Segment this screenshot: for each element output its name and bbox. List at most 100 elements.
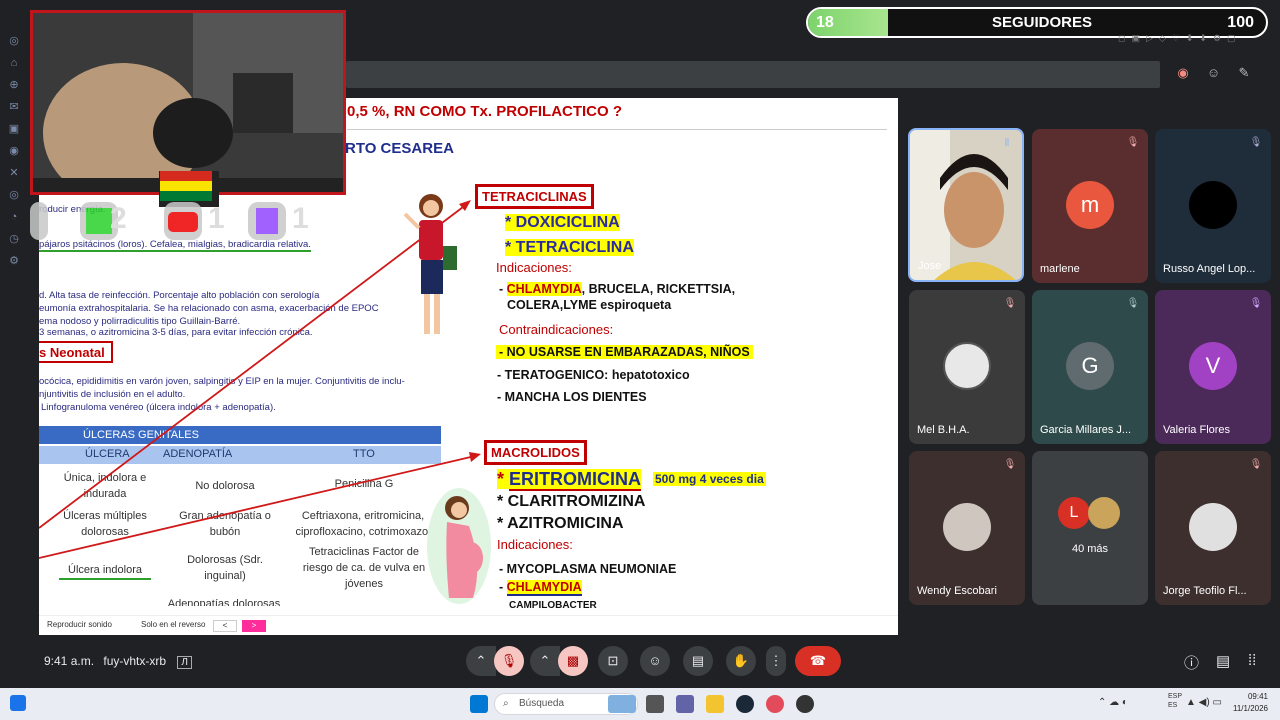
pregnant-woman-illustration [427, 488, 491, 604]
opera-icon[interactable] [766, 695, 784, 713]
camera-toggle-button[interactable]: ▩ [558, 646, 588, 676]
webcam-feed [33, 13, 343, 203]
mic-off-icon: 🎙 [1126, 137, 1140, 148]
participant-tile[interactable]: 🎙 Russo Angel Lop... [1155, 129, 1271, 283]
drug-tetraciclina: * TETRACICLINA [505, 239, 634, 256]
language-indicator[interactable]: ESP ES [1168, 692, 1182, 710]
contra-line-1: - NO USARSE EN EMBARAZADAS, NIÑOS [496, 345, 753, 359]
avatar [1189, 503, 1237, 551]
taskbar-clock[interactable]: 09:41 11/1/2026 [1233, 691, 1268, 715]
macro-indication-1: - MYCOPLASMA NEUMONIAE [499, 562, 677, 576]
participant-tile[interactable]: 🎙 Jorge Teofilo Fl... [1155, 451, 1271, 605]
pencil-icon[interactable]: ✎ [1233, 62, 1255, 84]
chlamydia-highlight: CHLAMYDIA [506, 282, 582, 296]
windows-taskbar: ⌕ Búsqueda ⌃ ☁ ◐ ESP ES ▲ ◀) ▭ 09:41 11/… [0, 688, 1280, 720]
reverse-toggle[interactable]: Solo en el reverso [141, 620, 205, 629]
contra-line-2: - TERATOGENICO: hepatotoxico [497, 368, 690, 382]
x-icon[interactable]: ✕ [0, 162, 28, 184]
emoji-button[interactable]: ☺ [640, 646, 670, 676]
slide-controls: Reproducir sonido Solo en el reverso < > [39, 615, 898, 635]
indication-line-1: - CHLAMYDIA, BRUCELA, RICKETTSIA, [499, 282, 736, 296]
macro-indicaciones-label: Indicaciones: [497, 537, 573, 552]
meet-window: ◎ ⌂ ⊕ ✉ ▣ ◉ ✕ ◎ ◔ ◷ ⚙ 18 SEGUIDORES 100 … [0, 0, 1280, 720]
teacher-illustration [403, 194, 457, 334]
indication-text: , BRUCELA, RICKETTSIA, [581, 282, 736, 296]
teams-icon[interactable] [676, 695, 694, 713]
start-icon[interactable] [470, 695, 488, 713]
mic-off-icon: 🎙 [1003, 298, 1017, 309]
raise-hand-button[interactable]: ✋ [726, 646, 756, 676]
video-options-button[interactable]: ⌃ [530, 646, 560, 676]
app-icon[interactable]: ⌂ [0, 52, 28, 74]
youtube-icon [164, 202, 202, 240]
bolivia-flag-icon [160, 171, 212, 201]
next-button[interactable]: > [242, 620, 266, 632]
mic-off-icon: 🎙 [1249, 137, 1263, 148]
more-options-button[interactable]: ⋮ [766, 646, 786, 676]
eritromicina-dose: 500 mg 4 veces dia [653, 472, 766, 486]
pin-icon[interactable]: ◎ [0, 30, 28, 52]
chat-icon[interactable]: ▤ [1216, 652, 1230, 670]
network-volume-icons[interactable]: ▲ ◀) ▭ [1186, 697, 1222, 708]
app-icon[interactable]: ⊕ [0, 74, 28, 96]
app-icon[interactable]: ✉ [0, 96, 28, 118]
participant-name: Garcia Millares J... [1040, 424, 1132, 436]
participant-name: marlene [1040, 263, 1080, 275]
mic-toggle-button[interactable]: 🎙 [494, 646, 524, 676]
drug-doxiciclina: * DOXICICLINA [505, 214, 620, 231]
meeting-details-icon[interactable]: Л [177, 656, 192, 669]
contraindicaciones-label: Contraindicaciones: [499, 322, 614, 337]
participant-tile-more[interactable]: L 40 más [1032, 451, 1148, 605]
activities-icon[interactable]: ⁞⁞ [1248, 652, 1256, 669]
steam-icon[interactable] [736, 695, 754, 713]
settings-icon[interactable]: ⚙ [0, 250, 28, 272]
record-icon[interactable]: ◉ [1172, 62, 1194, 84]
participant-tile[interactable]: 🎙 m marlene [1032, 129, 1148, 283]
end-call-button[interactable]: ☎ [795, 646, 841, 676]
info-icon[interactable]: ⓘ [1184, 652, 1199, 673]
avatar: G [1066, 342, 1114, 390]
avatar [943, 503, 991, 551]
captions-button[interactable]: ▤ [683, 646, 713, 676]
browser-toolbar-icons: ◻▣▷◇♡⬇⬇⚙▢ [1118, 33, 1242, 43]
audio-options-button[interactable]: ⌃ [466, 646, 496, 676]
twitch-icon [248, 202, 286, 240]
top-right-icons: ◉ ☺ ✎ [1168, 62, 1255, 86]
participant-tile[interactable]: 🎙 V Valeria Flores [1155, 290, 1271, 444]
mic-off-icon: 🎙 [1249, 459, 1263, 470]
twitch-side-icon[interactable]: ◉ [0, 140, 28, 162]
participant-tile[interactable]: 🎙 Wendy Escobari [909, 451, 1025, 605]
app-icon[interactable]: ◎ [0, 184, 28, 206]
avatar [1088, 497, 1120, 529]
app-icon[interactable]: ▣ [0, 118, 28, 140]
meeting-code: fuy-vhtx-xrb [103, 654, 167, 668]
indicaciones-label: Indicaciones: [496, 260, 572, 275]
desktop-icon[interactable] [10, 695, 26, 711]
more-participants-label: 40 más [1071, 543, 1109, 555]
present-button[interactable]: ⊡ [598, 646, 628, 676]
participant-tile[interactable]: 🎙 Mel B.H.A. [909, 290, 1025, 444]
reactions-icon[interactable]: ☺ [1202, 62, 1224, 84]
obs-icon[interactable] [796, 695, 814, 713]
meeting-info: 9:41 a.m. fuy-vhtx-xrb Л [44, 654, 192, 669]
app-icon[interactable]: ◔ [0, 206, 28, 228]
sidebar-edge: ◎ ⌂ ⊕ ✉ ▣ ◉ ✕ ◎ ◔ ◷ ⚙ [0, 30, 28, 680]
kick-count: 2 [110, 202, 127, 235]
clock-date: 11/1/2026 [1233, 704, 1268, 713]
mic-off-icon: 🎙 [1003, 459, 1017, 470]
followers-goal: 100 [1227, 14, 1254, 31]
tray-icons[interactable]: ⌃ ☁ ◐ [1098, 697, 1128, 708]
explorer-icon[interactable] [706, 695, 724, 713]
macrolidos-title: MACROLIDOS [484, 440, 587, 465]
sound-toggle[interactable]: Reproducir sonido [47, 620, 112, 629]
participant-name: Jorge Teofilo Fl... [1163, 585, 1247, 597]
drug-claritromizina: * CLARITROMIZINA [497, 493, 646, 510]
participant-tile[interactable]: ⦀ Jose [908, 128, 1024, 282]
app-icon[interactable]: ◷ [0, 228, 28, 250]
taskview-icon[interactable] [646, 695, 664, 713]
avatar [943, 342, 991, 390]
participant-tile[interactable]: 🎙 G Garcia Millares J... [1032, 290, 1148, 444]
avatar: m [1066, 181, 1114, 229]
prev-button[interactable]: < [213, 620, 237, 632]
participant-name: Jose [918, 260, 942, 272]
